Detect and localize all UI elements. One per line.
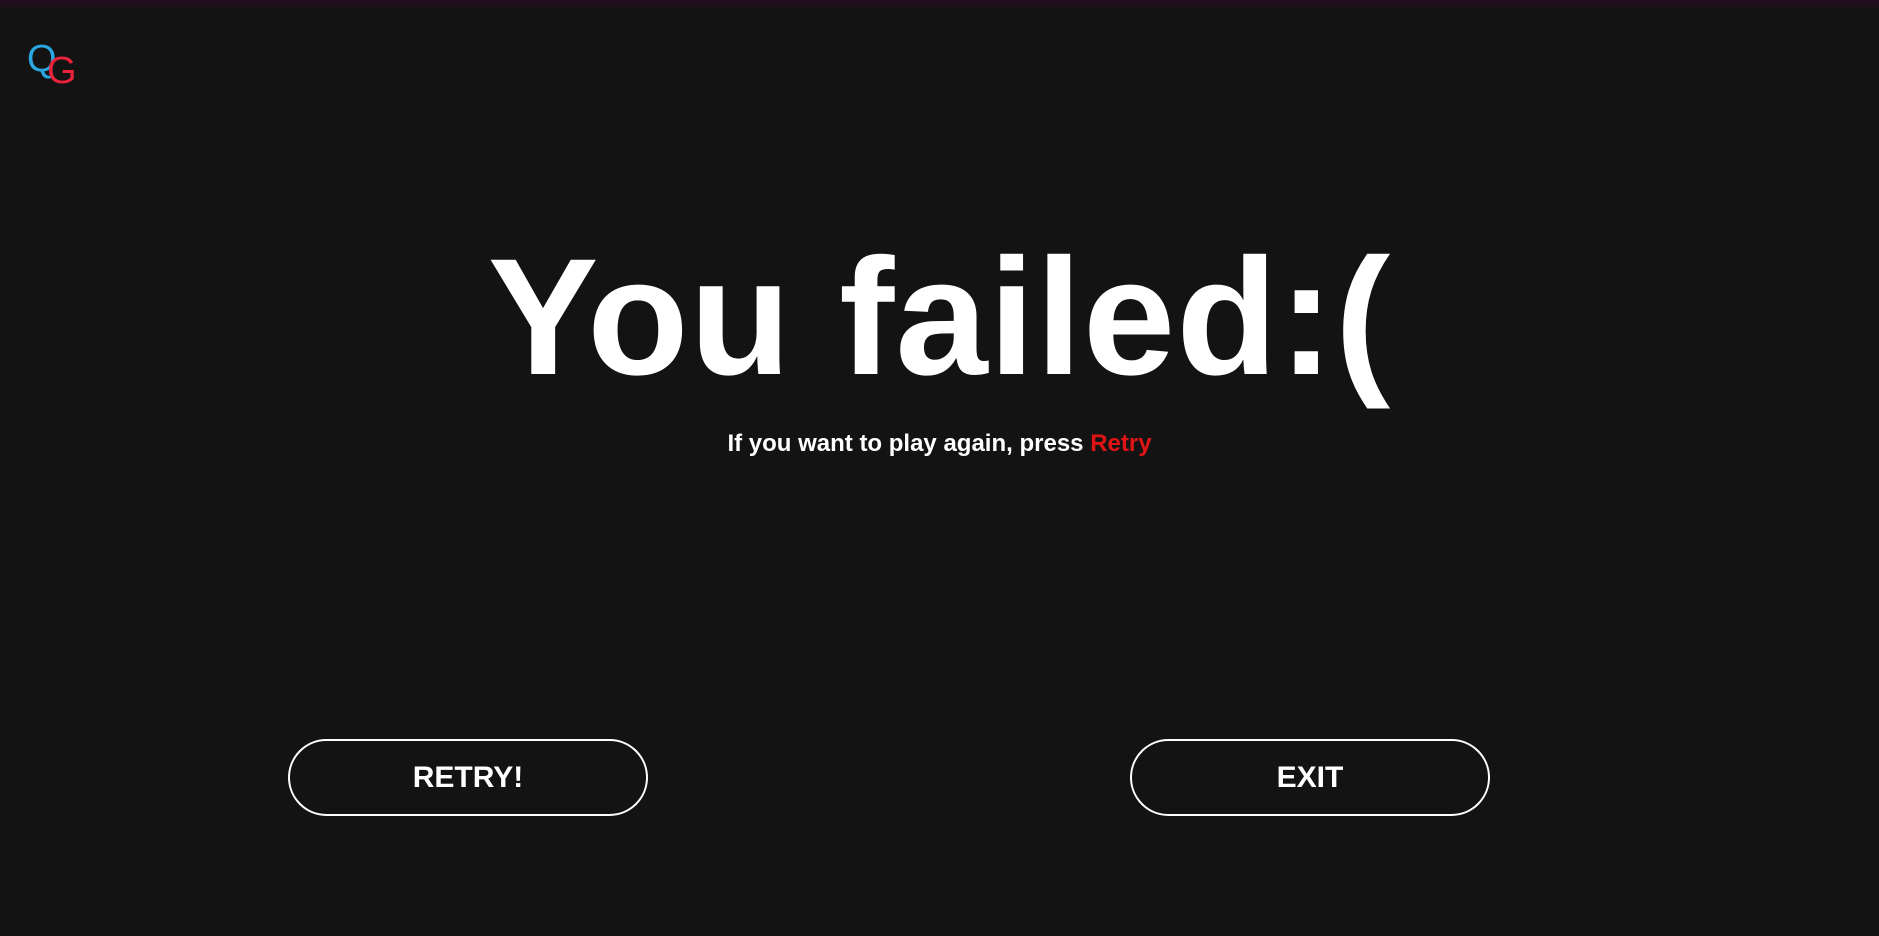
exit-button[interactable]: EXIT [1130, 739, 1490, 816]
retry-instruction: If you want to play again, press Retry [0, 430, 1879, 458]
logo-letter-g: G [47, 50, 77, 92]
retry-instruction-highlight: Retry [1090, 430, 1152, 457]
retry-instruction-text: If you want to play again, press [727, 430, 1091, 457]
failure-headline: You failed:( [487, 225, 1392, 410]
retry-button[interactable]: RETRY! [288, 739, 648, 816]
top-accent-bar [0, 0, 1879, 12]
logo: Q G [27, 40, 83, 90]
